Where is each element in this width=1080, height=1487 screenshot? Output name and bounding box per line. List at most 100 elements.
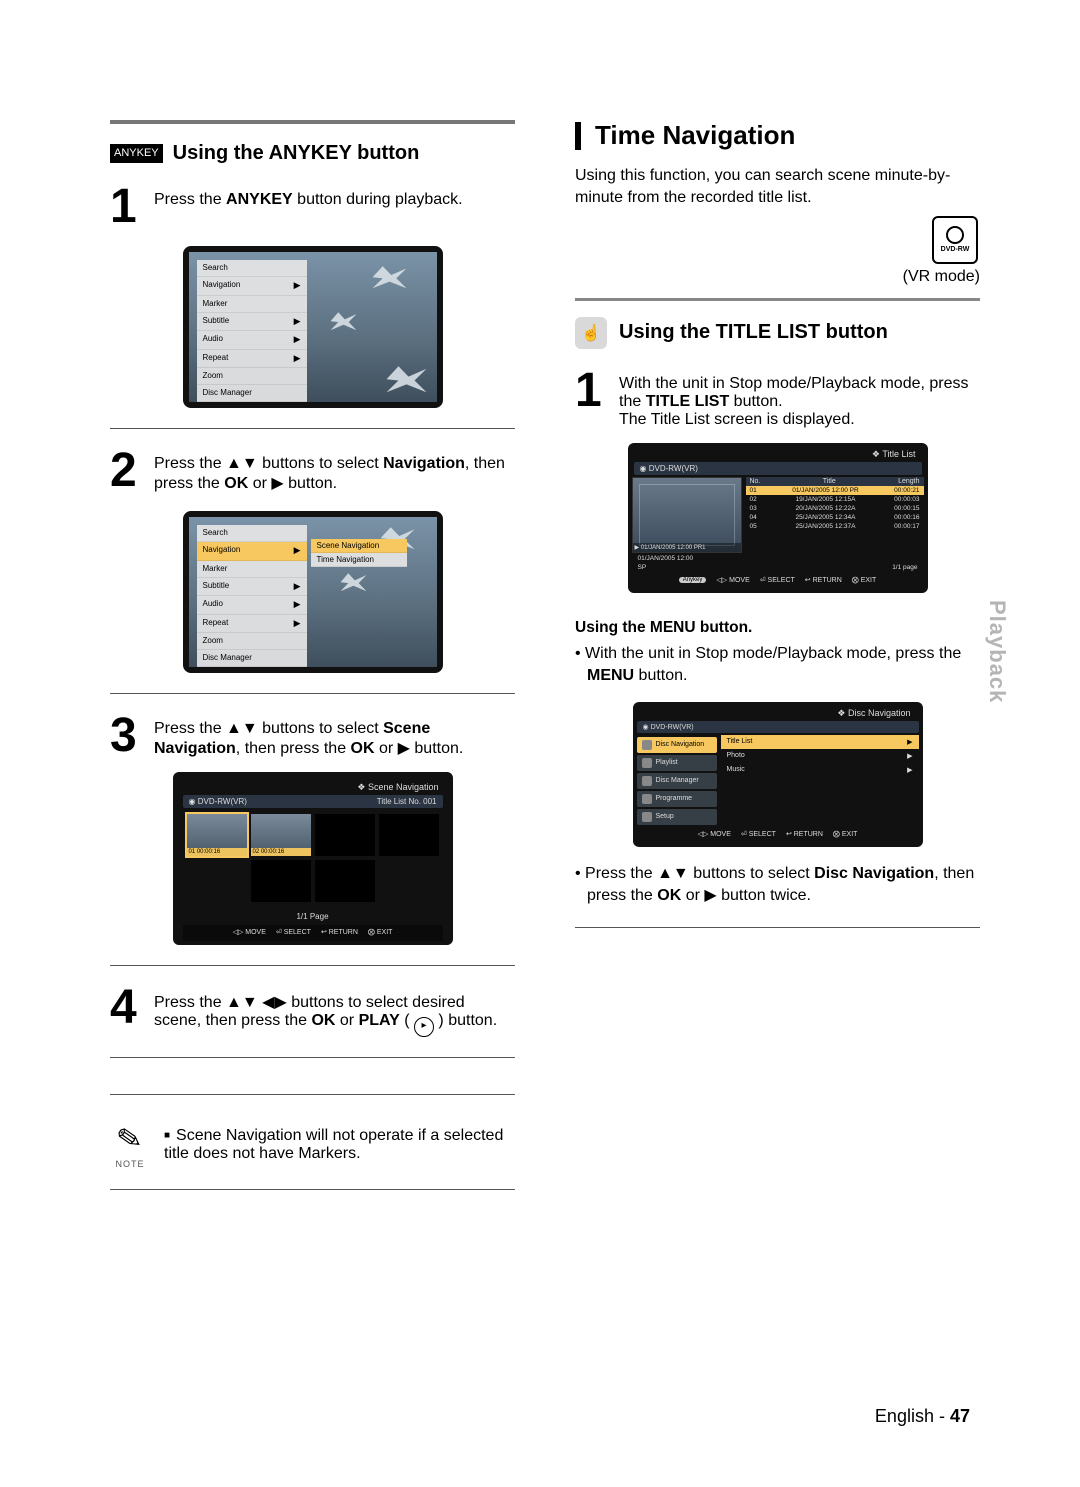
help-label: ⏎ SELECT: [741, 830, 776, 838]
note-icon: ✎ NOTE: [110, 1125, 150, 1169]
anykey-heading: ANYKEY Using the ANYKEY button: [110, 142, 515, 165]
play-icon: ▸: [414, 1017, 434, 1037]
section-tab: Playback: [984, 600, 1010, 703]
step-num: 3: [110, 714, 154, 757]
osd-item: Disc Manager: [203, 387, 252, 399]
page-footer: English - 47: [875, 1406, 970, 1427]
step-1: 1 Press the ANYKEY button during playbac…: [110, 185, 515, 228]
osd-title-no: Title List No. 001: [377, 797, 437, 806]
pagination-label: 1/1 Page: [183, 908, 443, 925]
scene-thumb: [315, 860, 375, 902]
left-column: ANYKEY Using the ANYKEY button 1 Press t…: [110, 120, 515, 1210]
discnav-side-item: Disc Navigation: [637, 737, 717, 753]
chevron-right-icon: ▶: [294, 617, 301, 631]
intro-paragraph: Using this function, you can search scen…: [575, 165, 980, 210]
step-num: 1: [575, 369, 619, 412]
osd-title: Scene Navigation: [368, 782, 439, 792]
heading-text: Time Navigation: [595, 120, 795, 151]
top-rule-left: [110, 120, 515, 124]
scene-thumb: 01 00:00:16: [187, 814, 247, 856]
osd-item: Marker: [203, 563, 228, 575]
osd-item: Subtitle: [203, 580, 230, 594]
chevron-right-icon: ▶: [294, 352, 301, 366]
osd-title: Title List: [882, 449, 915, 459]
step-3: 3 Press the ▲▼ buttons to select Scene N…: [110, 714, 515, 758]
bullet-2: Press the ▲▼ buttons to select Disc Navi…: [575, 863, 980, 908]
help-label: ↩ RETURN: [321, 928, 358, 936]
chevron-right-icon: ▶: [294, 598, 301, 612]
titlelist-heading: ☝ Using the TITLE LIST button: [575, 317, 980, 349]
discnav-side-item: Disc Manager: [637, 773, 717, 789]
disc-icon: [946, 226, 964, 244]
osd-disc-type: DVD-RW(VR): [198, 797, 247, 806]
help-label: ⏎ SELECT: [276, 928, 311, 936]
help-label: ◁▷ MOVE: [716, 576, 749, 584]
osd-disc-type: DVD-RW(VR): [649, 464, 698, 473]
title-entry: 0320/JAN/2005 12:22A00:00:15: [746, 504, 924, 513]
preview-thumb: ▶ 01/JAN/2005 12:00 PR1: [632, 477, 742, 553]
osd-menu: Search Navigation▶ Marker Subtitle▶ Audi…: [197, 525, 307, 667]
help-label: ⨂ EXIT: [368, 928, 393, 936]
step-2: 2 Press the ▲▼ buttons to select Navigat…: [110, 449, 515, 493]
scene-nav-screenshot: ❖ Scene Navigation ◉ DVD-RW(VR)Title Lis…: [173, 772, 453, 945]
pagination-label: 1/1 page: [892, 564, 917, 571]
discnav-screenshot: ❖ Disc Navigation ◉ DVD-RW(VR) Disc Navi…: [633, 702, 923, 847]
osd-screenshot-1: Search Navigation▶ Marker Subtitle▶ Audi…: [183, 246, 443, 408]
osd-item: Zoom: [203, 635, 223, 647]
rec-mode-label: SP: [638, 564, 647, 571]
osd-subitem: Time Navigation: [317, 555, 375, 564]
anykey-pill: Anykey: [679, 577, 707, 583]
discnav-side-item: Setup: [637, 809, 717, 825]
scene-thumb: [379, 814, 439, 856]
chevron-right-icon: ▶: [294, 544, 301, 558]
osd-item: Marker: [203, 298, 228, 310]
osd-submenu: Scene Navigation Time Navigation: [311, 539, 407, 567]
step-num: 1: [110, 185, 154, 228]
step-num: 2: [110, 449, 154, 492]
osd-item: Audio: [203, 598, 223, 612]
help-label: ⏎ SELECT: [760, 576, 795, 584]
mid-rule: [575, 298, 980, 301]
chevron-right-icon: ▶: [294, 580, 301, 594]
title-entry: 0525/JAN/2005 12:37A00:00:17: [746, 522, 924, 531]
chevron-right-icon: ▶: [294, 333, 301, 347]
scene-thumb: 02 00:00:16: [251, 814, 311, 856]
osd-disc-type: DVD-RW(VR): [651, 724, 694, 731]
title-entry: 0425/JAN/2005 12:34A00:00:16: [746, 513, 924, 522]
manual-page: ANYKEY Using the ANYKEY button 1 Press t…: [0, 0, 1080, 1487]
anykey-heading-text: Using the ANYKEY button: [173, 142, 420, 165]
divider: [110, 1057, 515, 1058]
discnav-right-item: Title List▶: [721, 735, 919, 749]
step-2-text: Press the ▲▼ buttons to select Navigatio…: [154, 455, 505, 492]
footer-lang: English -: [875, 1406, 945, 1426]
dvd-rw-badge: DVD-RW: [930, 216, 980, 264]
right-column: Time Navigation Using this function, you…: [575, 120, 980, 1210]
right-step1-text: With the unit in Stop mode/Playback mode…: [619, 375, 969, 410]
bullet-1: With the unit in Stop mode/Playback mode…: [575, 643, 980, 688]
chevron-right-icon: ▶: [294, 315, 301, 329]
title-entry: 0219/JAN/2005 12:15A00:00:03: [746, 495, 924, 504]
help-label: ◁▷ MOVE: [233, 928, 266, 936]
footer-page-number: 47: [950, 1406, 970, 1426]
step-3-text: Press the ▲▼ buttons to select Scene Nav…: [154, 720, 463, 757]
step-4-text: Press the ▲▼ ◀▶ buttons to select desire…: [154, 994, 497, 1029]
discnav-side-item: Playlist: [637, 755, 717, 771]
note-block: ✎ NOTE ■Scene Navigation will not operat…: [110, 1125, 515, 1169]
titlelist-heading-text: Using the TITLE LIST button: [619, 321, 888, 344]
pencil-icon: ✎: [115, 1123, 145, 1157]
divider: [110, 428, 515, 429]
menu-subheading: Using the MENU button.: [575, 619, 980, 637]
vr-mode-label: (VR mode): [575, 268, 980, 286]
titlelist-screenshot: ❖ Title List ◉ DVD-RW(VR) ▶ 01/JAN/2005 …: [628, 443, 928, 593]
help-label: ↩ RETURN: [805, 576, 842, 584]
discnav-right-item: Music▶: [721, 763, 919, 777]
heading-bar-icon: [575, 122, 581, 150]
help-label: ◁▷ MOVE: [698, 830, 731, 838]
bullet-icon: ■: [164, 1130, 170, 1141]
osd-item: Search: [203, 527, 228, 539]
preview-caption: 01/JAN/2005 12:00 PR1: [641, 545, 706, 551]
divider: [110, 1189, 515, 1190]
help-label: ↩ RETURN: [786, 830, 823, 838]
scene-thumb: [251, 860, 311, 902]
help-label: ⨂ EXIT: [852, 576, 877, 584]
